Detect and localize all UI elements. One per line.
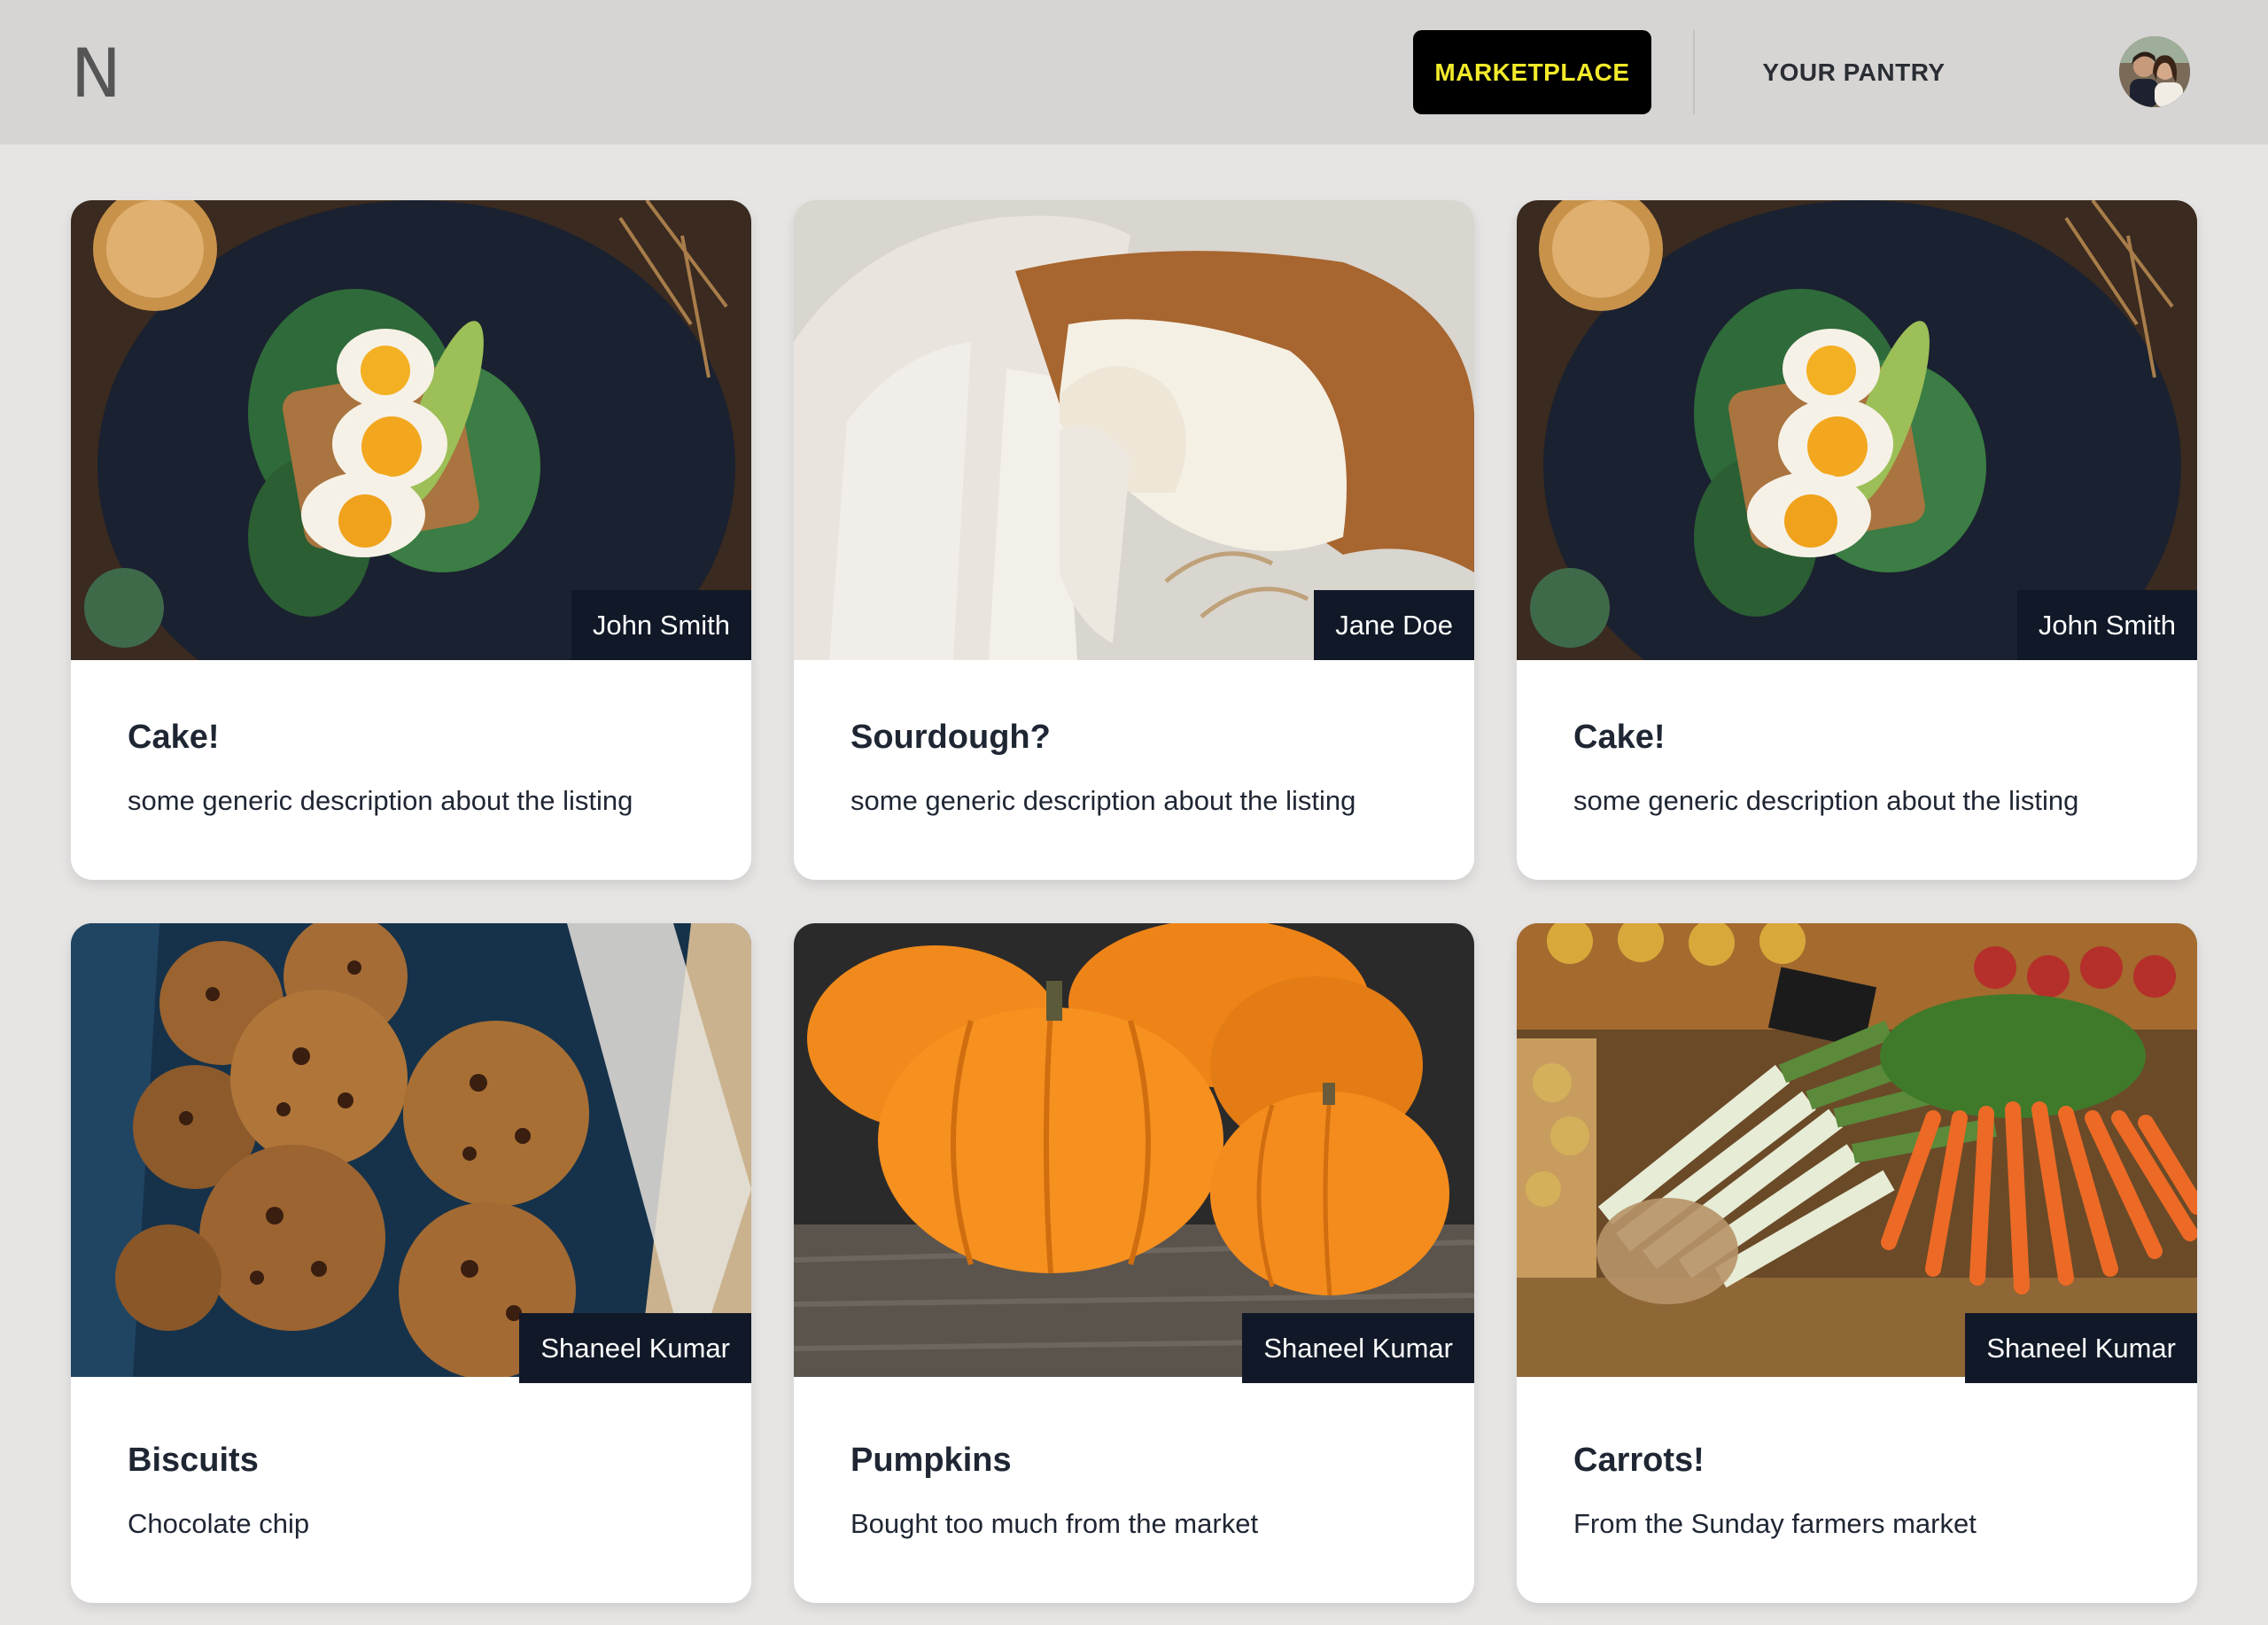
listing-description: From the Sunday farmers market bbox=[1573, 1508, 1977, 1539]
listing-seller-tag: Shaneel Kumar bbox=[1242, 1313, 1474, 1383]
listing-card[interactable]: Shaneel Kumar Carrots! From the Sunday f… bbox=[1517, 923, 2197, 1603]
listing-title: Cake! bbox=[1573, 719, 1666, 756]
listing-card[interactable]: Jane Doe Sourdough? some generic descrip… bbox=[794, 200, 1474, 880]
listing-seller-tag: John Smith bbox=[571, 590, 751, 660]
listing-title: Sourdough? bbox=[850, 719, 1051, 756]
listing-description: some generic description about the listi… bbox=[128, 785, 633, 816]
listing-seller-tag: Shaneel Kumar bbox=[519, 1313, 751, 1383]
listing-card[interactable]: Shaneel Kumar Biscuits Chocolate chip bbox=[71, 923, 751, 1603]
listing-title: Cake! bbox=[128, 719, 220, 756]
nav-divider bbox=[1693, 30, 1695, 114]
listing-title: Biscuits bbox=[128, 1442, 259, 1479]
listing-card[interactable]: John Smith Cake! some generic descriptio… bbox=[71, 200, 751, 880]
listing-title: Pumpkins bbox=[850, 1442, 1012, 1479]
app-logo[interactable]: N bbox=[71, 35, 121, 112]
listing-seller-tag: Jane Doe bbox=[1314, 590, 1474, 660]
listing-card[interactable]: John Smith Cake! some generic descriptio… bbox=[1517, 200, 2197, 880]
top-nav-bar: N MARKETPLACE YOUR PANTRY bbox=[0, 0, 2268, 144]
listing-seller-tag: John Smith bbox=[2016, 590, 2197, 660]
listing-image-egg-toast: John Smith bbox=[71, 200, 751, 660]
listing-title: Carrots! bbox=[1573, 1442, 1705, 1479]
listing-description: Bought too much from the market bbox=[850, 1508, 1259, 1539]
listing-image-cookies: Shaneel Kumar bbox=[71, 923, 751, 1383]
listing-description: some generic description about the listi… bbox=[1573, 785, 2079, 816]
listing-description: Chocolate chip bbox=[128, 1508, 310, 1539]
nav-your-pantry-button[interactable]: YOUR PANTRY bbox=[1728, 30, 1980, 114]
listing-image-pumpkins: Shaneel Kumar bbox=[794, 923, 1474, 1383]
listing-description: some generic description about the listi… bbox=[850, 785, 1356, 816]
user-avatar[interactable] bbox=[2119, 36, 2190, 107]
nav-marketplace-button[interactable]: MARKETPLACE bbox=[1413, 30, 1651, 114]
listing-image-sourdough-bread: Jane Doe bbox=[794, 200, 1474, 660]
listing-image-egg-toast: John Smith bbox=[1517, 200, 2197, 660]
listing-seller-tag: Shaneel Kumar bbox=[1965, 1313, 2197, 1383]
listing-card[interactable]: Shaneel Kumar Pumpkins Bought too much f… bbox=[794, 923, 1474, 1603]
listing-image-carrots-leeks: Shaneel Kumar bbox=[1517, 923, 2197, 1383]
